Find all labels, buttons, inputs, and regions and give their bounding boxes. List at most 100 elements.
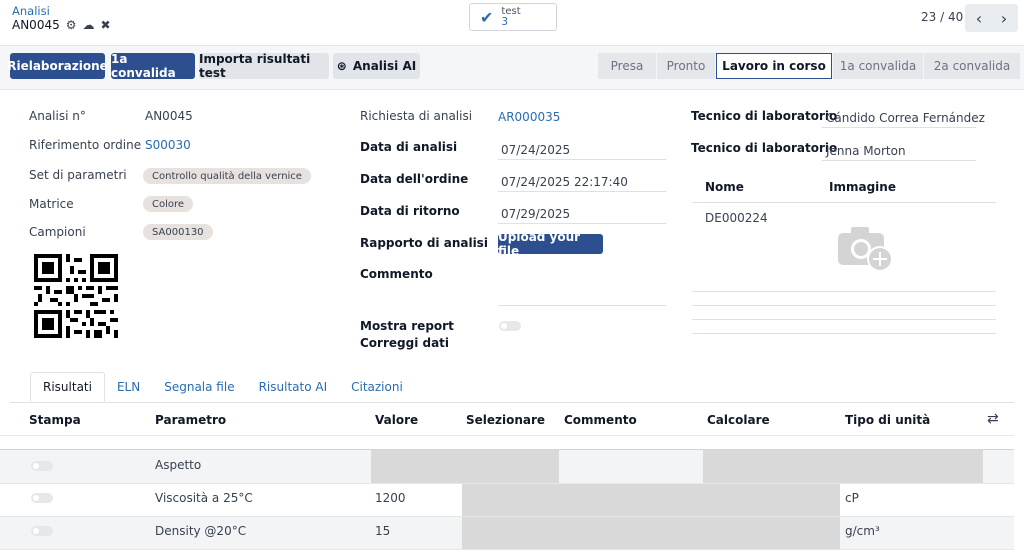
request-link[interactable]: AR000035: [498, 110, 560, 124]
tab-citazioni[interactable]: Citazioni: [339, 372, 415, 402]
print-toggle[interactable]: [31, 461, 53, 471]
camera-add-icon[interactable]: [836, 223, 896, 275]
rework-button[interactable]: Rielaborazione: [7, 53, 108, 79]
col-parametro[interactable]: Parametro: [155, 413, 226, 427]
print-toggle[interactable]: [31, 493, 53, 503]
stage-lavoro-in-corso[interactable]: Lavoro in corso: [716, 53, 832, 79]
doc-header-line: [692, 202, 996, 203]
return-date-underline: [498, 223, 666, 224]
select-cell-readonly: [462, 517, 840, 549]
tech2-label: Tecnico di laboratorio: [691, 141, 838, 155]
param-set-tag[interactable]: Controllo qualità della vernice: [143, 168, 311, 184]
unit-cell: cP: [845, 491, 859, 505]
value-cell[interactable]: 15: [375, 524, 390, 538]
doc-name-cell[interactable]: DE000224: [705, 211, 768, 225]
control-panel: Analisi AN0045 ⚙ ☁ ✖ ✔ test 3 23 / 40 ‹ …: [0, 0, 1024, 46]
gear-icon[interactable]: ⚙: [66, 18, 77, 32]
chevron-right-icon: ›: [1000, 8, 1008, 28]
pager-previous-button[interactable]: ‹: [965, 4, 993, 32]
tab-segnala-file[interactable]: Segnala file: [152, 372, 246, 402]
stat-count: 3: [501, 16, 509, 28]
chevron-left-icon: ‹: [975, 8, 983, 28]
doc-row-line-2: [692, 305, 996, 306]
order-ref-link[interactable]: S00030: [145, 138, 191, 152]
value-cell[interactable]: 1200: [375, 491, 406, 505]
statusbar: Rielaborazione 1a convalida Importa risu…: [0, 46, 1024, 90]
param-set-label: Set di parametri: [29, 168, 127, 182]
tab-risultato-ai[interactable]: Risultato AI: [247, 372, 340, 402]
notebook-tabs: Risultati ELN Segnala file Risultato AI …: [30, 372, 415, 402]
breadcrumb-record: AN0045 ⚙ ☁ ✖: [12, 18, 111, 32]
print-toggle[interactable]: [31, 526, 53, 536]
test-stat-button[interactable]: ✔ test 3: [469, 3, 557, 31]
check-icon: ✔: [480, 7, 494, 27]
column-settings-icon[interactable]: ⇄: [987, 411, 999, 427]
record-name: AN0045: [12, 18, 60, 32]
pager-value[interactable]: 23 / 40: [921, 10, 963, 24]
order-ref-label: Riferimento ordine: [29, 138, 142, 152]
tab-risultati[interactable]: Risultati: [30, 372, 105, 402]
pager-next-button[interactable]: ›: [990, 4, 1018, 32]
show-report-toggle[interactable]: [499, 321, 521, 331]
stage-prima-convalida[interactable]: 1a convalida: [833, 53, 923, 79]
tech1-label: Tecnico di laboratorio: [691, 109, 838, 123]
tech1-field[interactable]: Cándido Correa Fernández: [826, 111, 985, 125]
ai-analysis-button[interactable]: ⊛ Analisi AI: [333, 53, 420, 79]
param-cell: Aspetto: [155, 458, 202, 472]
cloud-upload-icon[interactable]: ☁: [83, 18, 95, 32]
samples-label: Campioni: [29, 225, 86, 239]
show-report-label: Mostra report: [360, 319, 454, 333]
stage-bar: Presa Pronto Lavoro in corso 1a convalid…: [598, 53, 1021, 79]
stage-presa[interactable]: Presa: [598, 53, 656, 79]
col-calcolare[interactable]: Calcolare: [707, 413, 770, 427]
value-cell-readonly: [371, 450, 559, 483]
doc-row-line-4: [692, 333, 996, 334]
comment-field[interactable]: [498, 305, 666, 306]
header-line: [0, 435, 1014, 436]
analysis-no-value: AN0045: [145, 109, 193, 123]
return-date-field[interactable]: 07/29/2025: [501, 207, 570, 221]
unit-cell: g/cm³: [845, 524, 880, 538]
comment-label: Commento: [360, 267, 433, 281]
tech2-underline: [822, 160, 976, 161]
select-cell-readonly: [462, 484, 840, 516]
qr-code-image: [34, 254, 118, 338]
stage-seconda-convalida[interactable]: 2a convalida: [924, 53, 1020, 79]
param-cell: Viscosità a 25°C: [155, 491, 253, 505]
breadcrumb-parent[interactable]: Analisi: [12, 4, 50, 18]
request-label: Richiesta di analisi: [360, 109, 473, 123]
matrix-tag[interactable]: Colore: [143, 196, 194, 212]
doc-row-line-1: [692, 291, 996, 292]
col-tipo-unita[interactable]: Tipo di unità: [845, 413, 930, 427]
first-validation-button[interactable]: 1a convalida: [111, 52, 195, 80]
matrix-label: Matrice: [29, 197, 74, 211]
analysis-date-underline: [498, 159, 666, 160]
analysis-date-field[interactable]: 07/24/2025: [501, 143, 570, 157]
tech1-underline: [822, 127, 976, 128]
col-selezionare[interactable]: Selezionare: [466, 413, 545, 427]
order-date-field[interactable]: 07/24/2025 22:17:40: [501, 175, 628, 189]
tab-divider: [10, 402, 1014, 403]
analysis-no-label: Analisi n°: [29, 109, 86, 123]
order-date-label: Data dell'ordine: [360, 172, 469, 186]
samples-tag[interactable]: SA000130: [143, 224, 213, 240]
doc-row-line-3: [692, 319, 996, 320]
col-valore[interactable]: Valore: [375, 413, 418, 427]
analysis-date-label: Data di analisi: [360, 140, 458, 154]
return-date-label: Data di ritorno: [360, 204, 460, 218]
form-sheet: Analisi n° AN0045 Riferimento ordine S00…: [0, 90, 1014, 556]
col-commento[interactable]: Commento: [564, 413, 637, 427]
col-stampa[interactable]: Stampa: [29, 413, 81, 427]
calc-cell-readonly: [703, 450, 983, 483]
row-line: [0, 549, 1014, 550]
stage-pronto[interactable]: Pronto: [657, 53, 715, 79]
import-results-button[interactable]: Importa risultati test: [199, 52, 329, 80]
correct-data-label: Correggi dati: [360, 336, 450, 350]
close-icon[interactable]: ✖: [101, 18, 111, 32]
tech2-field[interactable]: Jenna Morton: [826, 144, 906, 158]
report-label: Rapporto di analisi: [360, 236, 488, 250]
upload-file-button[interactable]: Upload your file: [498, 230, 603, 258]
tab-eln[interactable]: ELN: [105, 372, 152, 402]
openai-icon: ⊛: [336, 59, 347, 73]
doc-col-name: Nome: [705, 180, 744, 194]
